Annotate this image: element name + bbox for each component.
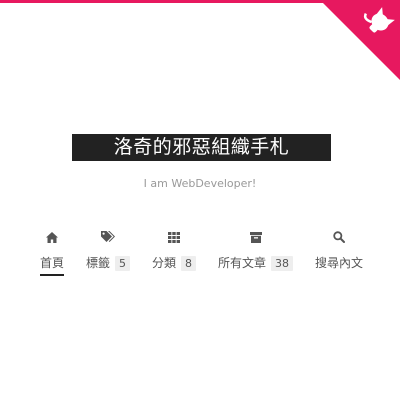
home-icon bbox=[45, 230, 59, 244]
th-icon bbox=[167, 230, 181, 244]
tags-icon bbox=[101, 230, 115, 244]
github-corner-link[interactable] bbox=[320, 0, 400, 80]
menu-item-label: 分類 bbox=[152, 256, 177, 270]
categories-count-badge: 8 bbox=[181, 255, 197, 271]
github-octocat-icon bbox=[320, 0, 400, 80]
menu-item-search[interactable]: 搜尋內文 bbox=[315, 230, 363, 271]
main-menu: 首頁 標籤 5 分類 8 所有文章 38 搜尋內文 bbox=[0, 230, 400, 280]
search-icon bbox=[332, 230, 346, 244]
menu-item-tags[interactable]: 標籤 5 bbox=[86, 230, 131, 271]
site-title[interactable]: 洛奇的邪惡組織手札 bbox=[72, 134, 331, 161]
page: 洛奇的邪惡組織手札 I am WebDeveloper! 首頁 標籤 5 分類 … bbox=[0, 0, 400, 400]
menu-item-label: 搜尋內文 bbox=[315, 256, 364, 270]
site-subtitle: I am WebDeveloper! bbox=[143, 177, 257, 190]
active-menu-underline bbox=[40, 274, 65, 276]
menu-item-label: 首頁 bbox=[40, 256, 65, 270]
archive-icon bbox=[249, 230, 263, 244]
menu-item-label: 標籤 bbox=[86, 256, 111, 270]
menu-item-categories[interactable]: 分類 8 bbox=[152, 230, 197, 271]
menu-item-home[interactable]: 首頁 bbox=[40, 230, 65, 276]
archives-count-badge: 38 bbox=[271, 255, 294, 271]
menu-item-archives[interactable]: 所有文章 38 bbox=[218, 230, 294, 271]
menu-item-label: 所有文章 bbox=[218, 256, 267, 270]
tags-count-badge: 5 bbox=[115, 255, 131, 271]
